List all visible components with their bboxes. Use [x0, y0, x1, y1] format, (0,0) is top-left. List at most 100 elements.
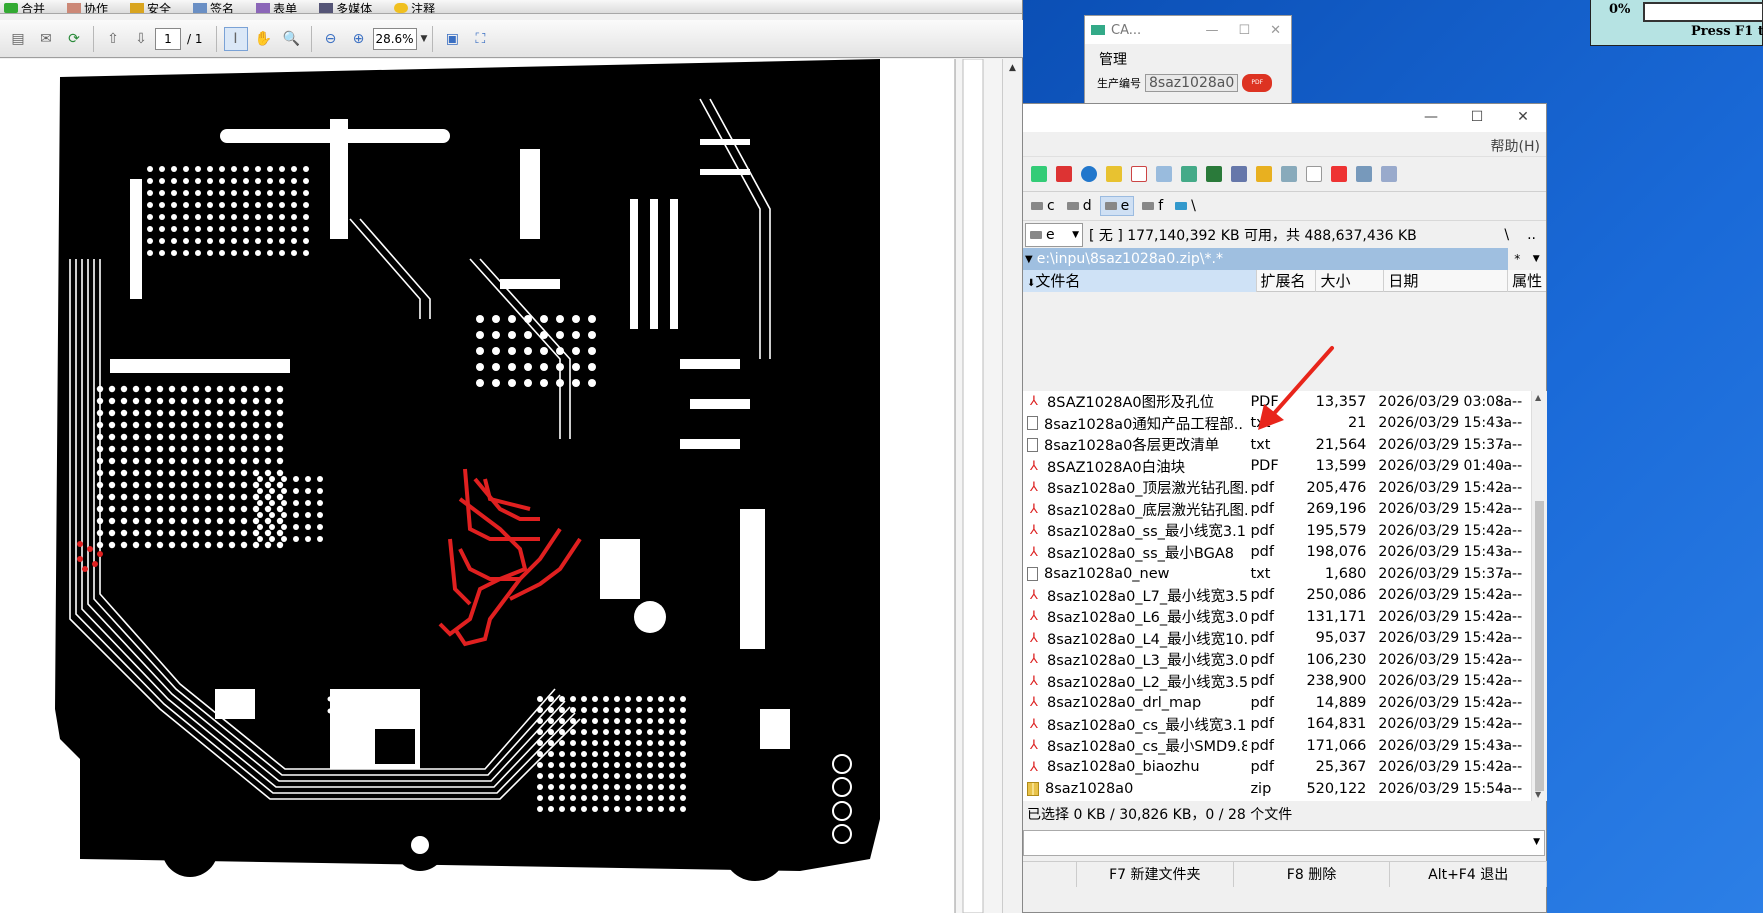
network-icon[interactable]	[1181, 166, 1197, 182]
zoom-level-input[interactable]: 28.6%	[372, 27, 417, 50]
maximize-icon[interactable]: ☐	[1238, 23, 1250, 38]
fkey-f6[interactable]	[1023, 862, 1077, 887]
root-dir-button[interactable]: \	[1504, 227, 1509, 243]
fit-width-icon[interactable]: ▣	[440, 27, 464, 51]
maximize-icon[interactable]: ☐	[1454, 104, 1500, 132]
drive-e-button[interactable]: e	[1099, 196, 1135, 216]
zoom-dropdown-icon[interactable]: ▼	[421, 34, 428, 44]
monitor-icon[interactable]	[1356, 166, 1372, 182]
command-line-input[interactable]: ▼	[1023, 830, 1545, 856]
drive-f-button[interactable]: f	[1138, 197, 1167, 215]
file-row[interactable]: ⅄ 8saz1028a0_底层激光钻孔图.. pdf 269,196 2026/03/2…	[1023, 499, 1531, 521]
file-row[interactable]: ⅄ 8SAZ1028A0白油块 PDF 13,599 2026/03/29 01:40-…	[1023, 456, 1531, 478]
file-row[interactable]: 8saz1028a0 zip 520,122 2026/03/29 15:54 -a--	[1023, 778, 1531, 800]
menu-multimedia[interactable]: 多媒体	[319, 0, 372, 13]
minimize-icon[interactable]: —	[1408, 104, 1454, 132]
file-row[interactable]: ⅄ 8saz1028a0_L6_最小线宽3.000 pdf 131,171 2026/0…	[1023, 606, 1531, 628]
command-history-icon[interactable]: ▼	[1533, 837, 1540, 847]
pdf-icon[interactable]	[1056, 166, 1072, 182]
email-icon[interactable]: ✉	[34, 27, 58, 51]
scroll-up-icon[interactable]: ▲	[1003, 59, 1022, 77]
acrobat-icon[interactable]	[1331, 166, 1347, 182]
ca-menu-manage[interactable]: 管理	[1085, 44, 1291, 74]
production-number-field[interactable]: 8saz1028a0	[1145, 74, 1239, 92]
excel-icon[interactable]	[1206, 166, 1222, 182]
panel-icon[interactable]	[1381, 166, 1397, 182]
column-header-attr[interactable]: 属性	[1508, 270, 1546, 292]
menu-merge[interactable]: 合并	[4, 0, 45, 13]
file-row[interactable]: ⅄ 8saz1028a0_顶层激光钻孔图.. pdf 205,476 2026/03/2…	[1023, 477, 1531, 499]
column-header-size[interactable]: 大小	[1316, 269, 1385, 292]
scroll-down-icon[interactable]: ▼	[1535, 790, 1541, 799]
save-icon[interactable]: ▤	[6, 27, 30, 51]
file-row[interactable]: ⅄ 8saz1028a0_L2_最小线宽3.500 pdf 238,900 2026/0…	[1023, 671, 1531, 693]
scroll-up-icon[interactable]: ▲	[1535, 393, 1541, 402]
page-number-input[interactable]: 1	[155, 27, 181, 50]
menu-security[interactable]: 安全	[130, 0, 171, 13]
file-list[interactable]: ⅄ 8SAZ1028A0图形及孔位 PDF 13,357 2026/03/29 03:0…	[1023, 391, 1531, 801]
minimize-icon[interactable]: —	[1205, 23, 1218, 38]
parent-dir-button[interactable]: ..	[1527, 227, 1536, 243]
current-path-bar[interactable]: ▼ e:\inpu\8saz1028a0.zip\*.* * ▼	[1023, 248, 1546, 270]
path-filter[interactable]: *	[1514, 252, 1520, 266]
marquee-zoom-icon[interactable]: 🔍	[280, 27, 304, 51]
path-history-icon[interactable]: ▼	[1025, 254, 1033, 265]
select-text-icon[interactable]: I	[223, 26, 248, 51]
file-row[interactable]: ⅄ 8saz1028a0_ss_最小BGA8 pdf 198,076 2026/03/2…	[1023, 542, 1531, 564]
column-header-name[interactable]: ⬇文件名	[1023, 269, 1257, 292]
text-editor-icon[interactable]	[1131, 166, 1147, 182]
file-row[interactable]: ⅄ 8SAZ1028A0图形及孔位 PDF 13,357 2026/03/29 03:0…	[1023, 391, 1531, 413]
menu-help[interactable]: 帮助(H)	[1491, 136, 1540, 156]
column-header-ext[interactable]: 扩展名	[1257, 269, 1317, 292]
filter-dropdown-icon[interactable]: ▼	[1533, 254, 1540, 264]
file-row[interactable]: ⅄ 8saz1028a0_L4_最小线宽10.0.. pdf 95,037 2026/0…	[1023, 628, 1531, 650]
share-icon[interactable]: ⟳	[62, 27, 86, 51]
pcb-pad	[592, 751, 598, 757]
file-list-scrollbar[interactable]: ▲ ▼	[1531, 391, 1547, 801]
browser-icon[interactable]	[1081, 166, 1097, 182]
hand-tool-icon[interactable]: ✋	[252, 27, 276, 51]
window-icon[interactable]	[1281, 166, 1297, 182]
file-row[interactable]: 8saz1028a0txt1,8592026/03/29 15:37-a--	[1023, 800, 1531, 802]
pdf-vertical-scrollbar[interactable]: ▲	[1002, 59, 1022, 913]
file-row[interactable]: ⅄ 8saz1028a0_cs_最小SMD9.84 pdf 171,066 2026/0…	[1023, 735, 1531, 757]
font-icon[interactable]	[1106, 166, 1122, 182]
refresh-icon[interactable]	[1031, 166, 1047, 182]
file-row[interactable]: 8saz1028a0_new txt 1,680 2026/03/29 15:37 -a…	[1023, 563, 1531, 585]
fkey-alt-f4-exit[interactable]: Alt+F4 退出	[1390, 862, 1548, 887]
file-row[interactable]: ⅄ 8saz1028a0_cs_最小线宽3.100 pdf 164,831 2026/0…	[1023, 714, 1531, 736]
menu-forms[interactable]: 表单	[256, 0, 297, 13]
file-row[interactable]: ⅄ 8saz1028a0_ss_最小线宽3.100 pdf 195,579 2026/0…	[1023, 520, 1531, 542]
settings-icon[interactable]	[1231, 166, 1247, 182]
prev-page-icon[interactable]: ⇧	[101, 27, 125, 51]
scrollbar-thumb[interactable]	[1535, 501, 1544, 791]
close-icon[interactable]: ✕	[1500, 104, 1546, 132]
menu-sign[interactable]: 签名	[193, 0, 234, 13]
file-row[interactable]: ⅄ 8saz1028a0_drl_map pdf 14,889 2026/03/29 1…	[1023, 692, 1531, 714]
blank-document-icon[interactable]	[1306, 166, 1322, 182]
network-drive-button[interactable]: \	[1171, 197, 1200, 215]
pdf-stamp-icon[interactable]: PDF	[1242, 74, 1273, 92]
close-icon[interactable]: ✕	[1270, 23, 1281, 38]
file-row[interactable]: ⅄ 8saz1028a0_L7_最小线宽3.500 pdf 250,086 2026/0…	[1023, 585, 1531, 607]
pdf-document-canvas[interactable]	[0, 59, 1003, 913]
drive-select[interactable]: e ▼	[1025, 222, 1083, 247]
shield-icon[interactable]	[1256, 166, 1272, 182]
zoom-in-icon[interactable]: ⊕	[347, 27, 371, 51]
zoom-out-icon[interactable]: ⊖	[319, 27, 343, 51]
drive-c-button[interactable]: c	[1027, 197, 1059, 215]
file-row[interactable]: ⅄ 8saz1028a0_L3_最小线宽3.000 pdf 106,230 2026/0…	[1023, 649, 1531, 671]
next-page-icon[interactable]: ⇩	[129, 27, 153, 51]
file-row[interactable]: 8saz1028a0各层更改清单 txt 21,564 2026/03/29 15:3…	[1023, 434, 1531, 456]
document-icon[interactable]	[1156, 166, 1172, 182]
column-header-date[interactable]: 日期	[1384, 269, 1509, 292]
fkey-f8-delete[interactable]: F8 删除	[1234, 862, 1391, 887]
menu-collaborate[interactable]: 协作	[67, 0, 108, 13]
file-row[interactable]: 8saz1028a0通知产品工程部.. txt 21 2026/03/29 15:43…	[1023, 413, 1531, 435]
menu-comments[interactable]: 注释	[394, 0, 435, 13]
toolbar-separator	[215, 25, 217, 52]
fkey-f7-new-folder[interactable]: F7 新建文件夹	[1077, 862, 1234, 887]
file-row[interactable]: ⅄ 8saz1028a0_biaozhu pdf 25,367 2026/03/29 1…	[1023, 757, 1531, 779]
drive-d-button[interactable]: d	[1063, 197, 1096, 215]
fit-page-icon[interactable]: ⛶	[468, 27, 492, 51]
